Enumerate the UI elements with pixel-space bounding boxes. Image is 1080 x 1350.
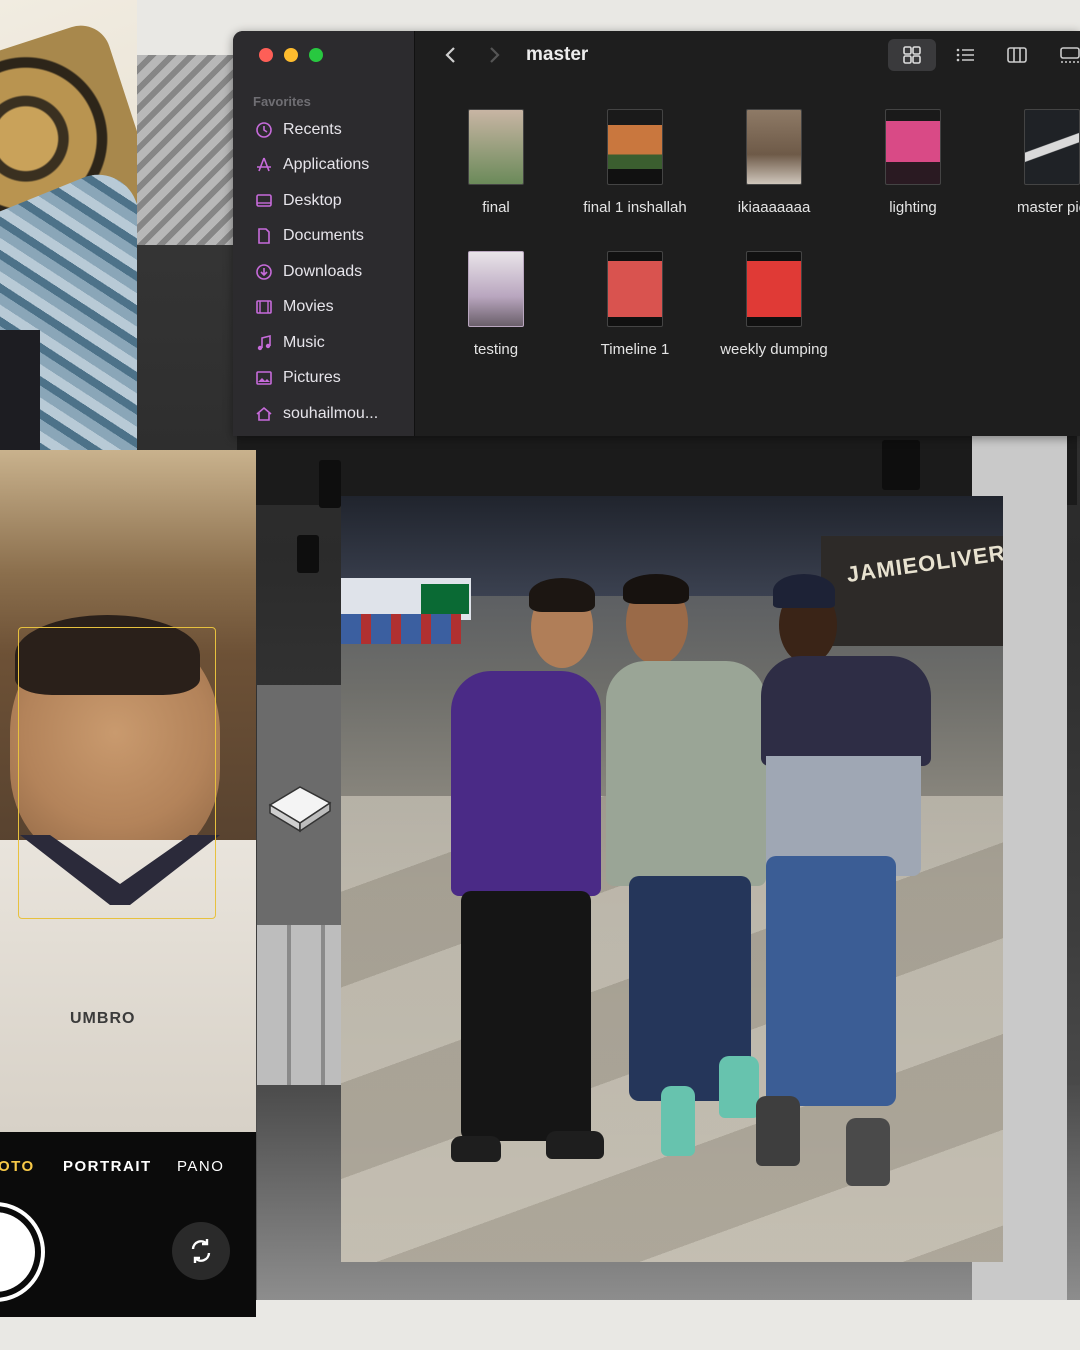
sidebar-item-pictures[interactable]: Pictures xyxy=(255,365,341,391)
gallery-view-icon xyxy=(1060,47,1080,63)
shirt-print-text: UMBRO xyxy=(70,1010,136,1027)
sidebar-item-label: Movies xyxy=(283,298,334,315)
document-icon xyxy=(258,228,270,244)
sidebar-item-label: Downloads xyxy=(283,263,363,280)
file-name: final 1 inshallah xyxy=(583,199,687,216)
applications-icon xyxy=(257,157,271,172)
forward-chevron-icon[interactable] xyxy=(483,43,505,67)
file-item[interactable]: testing xyxy=(436,251,556,358)
file-thumbnail xyxy=(607,251,663,327)
list-view-icon xyxy=(956,48,974,62)
file-item[interactable]: ikiaaaaaaa xyxy=(714,109,834,216)
home-icon xyxy=(256,406,272,421)
file-thumbnail xyxy=(607,109,663,185)
camera-controls-bar: OTO PORTRAIT PANO xyxy=(0,1132,256,1317)
sidebar-item-music[interactable]: Music xyxy=(255,330,325,356)
film-icon xyxy=(256,300,272,314)
shutter-button[interactable] xyxy=(0,1202,45,1302)
sidebar-item-label: Recents xyxy=(283,121,342,138)
minimize-window-button[interactable] xyxy=(284,48,298,62)
airport-group-photo: JAMIEOLIVER xyxy=(341,496,1003,1262)
zoom-window-button[interactable] xyxy=(309,48,323,62)
file-item[interactable]: weekly dumping xyxy=(714,251,834,358)
file-name: testing xyxy=(473,341,519,358)
file-thumbnail xyxy=(468,109,524,185)
pillow-photo xyxy=(0,0,137,450)
list-view-button[interactable] xyxy=(941,39,989,71)
gallery-view-button[interactable] xyxy=(1045,39,1080,71)
face-detection-box xyxy=(18,627,216,919)
download-icon xyxy=(256,264,272,280)
file-name: final xyxy=(482,199,510,216)
file-name: ikiaaaaaaa xyxy=(737,199,811,216)
camera-app-screen: UMBRO OTO PORTRAIT PANO xyxy=(0,450,256,1317)
back-chevron-icon[interactable] xyxy=(440,43,462,67)
sidebar-item-label: Documents xyxy=(283,227,364,244)
sidebar-item-desktop[interactable]: Desktop xyxy=(255,188,342,214)
close-window-button[interactable] xyxy=(259,48,273,62)
mode-pano[interactable]: PANO xyxy=(177,1158,224,1175)
sidebar-heading: Favorites xyxy=(253,94,311,109)
column-view-icon xyxy=(1007,47,1027,63)
sidebar-item-label: Pictures xyxy=(283,369,341,386)
file-name: weekly dumping xyxy=(720,341,828,358)
file-name: Timeline 1 xyxy=(600,341,670,358)
sidebar-item-downloads[interactable]: Downloads xyxy=(255,259,362,285)
file-name: master pie xyxy=(1016,199,1080,216)
camera-viewfinder: UMBRO xyxy=(0,450,256,1132)
rotate-camera-icon xyxy=(191,1239,211,1263)
sidebar-item-recents[interactable]: Recents xyxy=(255,117,342,143)
file-item[interactable]: master pie xyxy=(992,109,1080,216)
file-item[interactable]: final 1 inshallah xyxy=(575,109,695,216)
file-thumbnail xyxy=(1024,109,1080,185)
music-note-icon xyxy=(257,334,271,351)
flip-camera-button[interactable] xyxy=(172,1222,230,1280)
file-item[interactable]: Timeline 1 xyxy=(575,251,695,358)
finder-sidebar: Favorites Recents Applications Desktop D… xyxy=(233,31,415,436)
grid-view-icon xyxy=(903,46,921,64)
column-view-button[interactable] xyxy=(993,39,1041,71)
file-item[interactable]: lighting xyxy=(853,109,973,216)
window-title: master xyxy=(526,44,589,65)
file-item[interactable]: final xyxy=(436,109,556,216)
photo-icon xyxy=(256,371,272,385)
file-thumbnail xyxy=(468,251,524,327)
mode-portrait[interactable]: PORTRAIT xyxy=(63,1158,152,1175)
finder-window: Favorites Recents Applications Desktop D… xyxy=(233,31,1080,436)
sidebar-item-label: Desktop xyxy=(283,192,342,209)
sidebar-item-home[interactable]: souhailmou... xyxy=(255,401,378,427)
file-thumbnail xyxy=(746,251,802,327)
clock-icon xyxy=(256,122,272,138)
sidebar-item-movies[interactable]: Movies xyxy=(255,294,334,320)
mode-photo[interactable]: OTO xyxy=(0,1158,35,1175)
sidebar-item-label: souhailmou... xyxy=(283,405,379,422)
file-thumbnail xyxy=(885,109,941,185)
file-thumbnail xyxy=(746,109,802,185)
sidebar-item-documents[interactable]: Documents xyxy=(255,223,364,249)
file-name: lighting xyxy=(889,199,937,216)
sidebar-item-applications[interactable]: Applications xyxy=(255,152,369,178)
desktop-icon xyxy=(256,194,272,207)
grid-view-button[interactable] xyxy=(888,39,936,71)
sidebar-item-label: Applications xyxy=(283,156,370,173)
sidebar-item-label: Music xyxy=(283,334,325,351)
alts-morocco-logo xyxy=(268,786,332,833)
